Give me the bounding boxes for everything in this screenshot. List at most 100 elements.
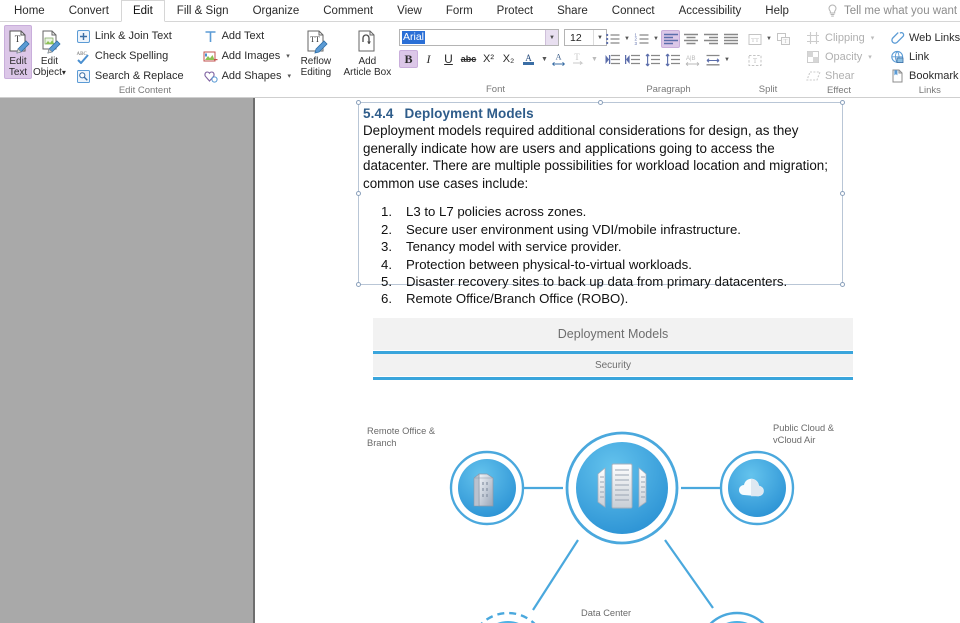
chevron-down-icon[interactable]: ▼ [765,36,773,42]
font-family-input[interactable]: Arial ▼ [399,29,559,46]
public-cloud-node [719,450,795,526]
character-spacing-button[interactable]: A [549,50,568,68]
character-width-button[interactable] [703,51,722,69]
deployment-models-diagram[interactable]: Deployment Models Security Remote Office… [367,318,960,623]
add-text-button[interactable]: Add Text [200,27,296,45]
superscript-button[interactable]: X² [479,50,498,68]
svg-text:T: T [574,52,580,62]
chevron-down-icon[interactable]: ▼ [541,56,548,63]
pdf-page-area[interactable]: 5.4.4 Deployment Models Deployment models… [255,98,960,623]
menu-item-form[interactable]: Form [434,0,485,21]
ribbon-group-font: Arial ▼ 12 ▼ B I U abc X² X₂ A ▼ A T ▼ F… [393,22,607,98]
line-spacing-button[interactable] [643,51,662,69]
reflow-editing-icon: TT [303,29,329,55]
align-center-button[interactable] [681,30,700,48]
chevron-down-icon[interactable]: ▼ [652,36,660,42]
italic-button[interactable]: I [419,50,438,68]
menu-item-convert[interactable]: Convert [57,0,121,21]
split-horizontal-button[interactable]: TT [745,30,764,48]
svg-text:T: T [752,57,757,65]
web-links-button[interactable]: Web Links ▾ [887,29,960,47]
check-spelling-button[interactable]: ABC Check Spelling [73,47,189,65]
menu-item-help[interactable]: Help [753,0,801,21]
link-join-text-button[interactable]: Link & Join Text [73,27,189,45]
menu-item-share[interactable]: Share [545,0,600,21]
text-transform-button[interactable]: T [569,50,588,68]
increase-indent-button[interactable] [603,51,622,69]
increase-indent-icon [605,54,620,65]
bold-button[interactable]: B [399,50,418,68]
menu-item-view[interactable]: View [385,0,434,21]
svg-text:T: T [15,34,21,44]
bookmark-button[interactable]: Bookmark [887,67,960,85]
menu-bar: Home Convert Edit Fill & Sign Organize C… [0,0,960,22]
list-item-number: 3. [381,239,392,255]
add-article-box-button[interactable]: Add Article Box [342,25,393,79]
split-horizontal-icon: TT [748,33,761,45]
menu-item-comment[interactable]: Comment [311,0,385,21]
ribbon-group-effect: Clipping ▾ Opacity ▾ Shear Effect [797,22,881,98]
chevron-down-icon[interactable]: ▼ [545,30,558,45]
opacity-button[interactable]: Opacity ▾ [803,48,879,66]
add-shapes-button[interactable]: Add Shapes ▾ [200,67,296,85]
edit-text-label-1: Edit [9,56,27,67]
menu-item-fill-and-sign[interactable]: Fill & Sign [165,0,241,21]
resize-handle-top-center[interactable] [597,100,603,105]
add-images-button[interactable]: Add Images ▾ [200,47,296,65]
reflow-editing-button[interactable]: TT Reflow Editing [294,25,338,79]
edit-content-command-column-2: Add Text Add Images ▾ Add Shapes ▾ [200,25,296,85]
superscript-glyph: X² [483,53,494,65]
chevron-down-icon[interactable]: ▾ [62,68,66,77]
text-direction-button[interactable]: A|B [683,51,702,69]
search-replace-button[interactable]: Search & Replace [73,67,189,85]
paragraph-spacing-button[interactable] [663,51,682,69]
edit-text-button[interactable]: T Edit Text [4,25,32,79]
chevron-down-icon[interactable]: ▼ [591,56,598,63]
font-color-button[interactable]: A [519,50,538,68]
align-justify-icon [723,33,738,45]
chevron-down-icon[interactable]: ▾ [871,35,875,42]
decrease-indent-button[interactable] [623,51,642,69]
align-justify-button[interactable] [721,30,740,48]
svg-text:TT: TT [310,35,320,44]
align-left-button[interactable] [661,30,680,48]
menu-item-connect[interactable]: Connect [600,0,667,21]
underline-button[interactable]: U [439,50,458,68]
bookmark-icon [890,69,905,84]
menu-item-edit[interactable]: Edit [120,0,165,22]
clipping-button[interactable]: Clipping ▾ [803,29,879,47]
resize-handle-top-left[interactable] [356,100,361,105]
link-join-text-icon [76,29,91,44]
chevron-down-icon[interactable]: ▼ [723,57,731,63]
resize-handle-middle-left[interactable] [356,190,361,196]
bullet-list-button[interactable] [603,30,622,48]
menu-item-accessibility[interactable]: Accessibility [667,0,754,21]
chevron-down-icon[interactable]: ▼ [623,36,631,42]
link-button[interactable]: Link [887,48,960,66]
clipping-label: Clipping [825,32,865,44]
link-join-text-label: Link & Join Text [94,30,172,42]
reflow-label-1: Reflow [300,56,332,67]
numbered-list-button[interactable]: 123 [632,30,651,48]
menu-item-home[interactable]: Home [2,0,57,21]
tell-me-search[interactable]: Tell me what you want to do... [827,0,960,21]
selected-text-block[interactable]: 5.4.4 Deployment Models Deployment models… [356,100,845,306]
align-right-button[interactable] [701,30,720,48]
add-images-label: Add Images [221,50,281,62]
list-item-text: Disaster recovery sites to back up data … [406,274,788,289]
menu-item-organize[interactable]: Organize [241,0,312,21]
menu-item-protect[interactable]: Protect [485,0,545,21]
edit-object-button[interactable]: Edit Object▾ [32,25,67,79]
strikethrough-button[interactable]: abc [459,50,478,68]
numbered-list-icon: 123 [634,32,648,46]
chevron-down-icon[interactable]: ▾ [868,54,872,61]
split-text-box-button[interactable]: T [745,51,764,69]
heading-number: 5.4.4 [363,106,394,121]
merge-text-button[interactable]: T [774,30,793,48]
resize-handle-top-right[interactable] [840,100,845,105]
navigation-side-panel[interactable] [0,98,255,623]
subscript-button[interactable]: X₂ [499,50,518,68]
shear-button[interactable]: Shear [803,67,879,85]
check-spelling-icon: ABC [76,49,91,64]
resize-handle-middle-right[interactable] [840,190,845,196]
